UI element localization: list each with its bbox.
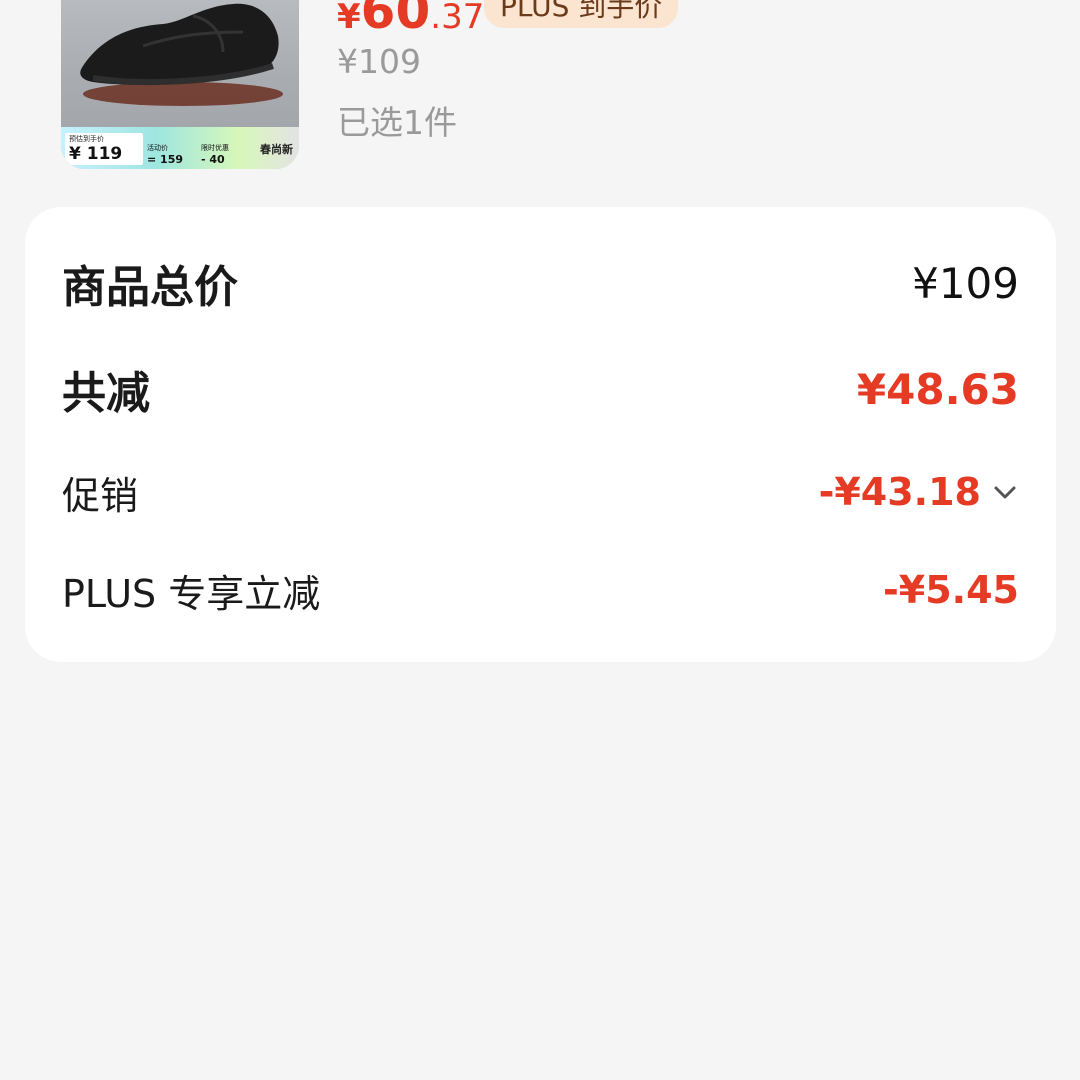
promotion-value: -¥43.18 [818,470,981,514]
selected-count: 已选1件 [337,103,457,142]
limited-discount: 限时优惠 - 40 [201,144,229,166]
promotion-value-group[interactable]: -¥43.18 [819,470,1019,514]
estimated-price-box: 预估到手价 ¥ 119 [65,133,143,165]
total-price-label: 商品总价 [62,262,238,313]
total-discount-value: ¥48.63 [856,364,1019,414]
total-discount-label: 共减 [62,368,150,419]
promo-banner: 预估到手价 ¥ 119 活动价 = 159 限时优惠 - 40 春尚新 [61,127,299,169]
price-integer: 60 [360,0,431,40]
plus-discount-row: PLUS 专享立减 -¥5.45 [62,560,1019,620]
activity-price: 活动价 = 159 [147,144,184,166]
order-summary-page: 预估到手价 ¥ 119 活动价 = 159 限时优惠 - 40 春尚新 ¥60.37… [0,0,1080,1080]
plus-discount-label: PLUS 专享立减 [62,571,321,616]
promotion-label: 促销 [62,473,139,518]
estimated-price-value: ¥ 119 [69,144,123,164]
original-price: ¥109 [337,42,421,81]
chevron-down-icon[interactable] [991,478,1019,506]
plus-discount-value: -¥5.45 [883,568,1019,612]
currency-symbol: ¥ [337,0,361,37]
plus-price: ¥60.37 [337,0,484,40]
brand-tag: 春尚新 [260,143,293,156]
sneaker-icon [80,3,283,106]
product-thumbnail[interactable]: 预估到手价 ¥ 119 活动价 = 159 限时优惠 - 40 春尚新 [61,0,299,169]
total-price-row: 商品总价 ¥109 [62,253,1019,314]
total-price-value: ¥109 [912,258,1019,308]
price-decimal: .37 [430,0,485,37]
product-section: 预估到手价 ¥ 119 活动价 = 159 限时优惠 - 40 春尚新 ¥60.37… [0,0,1080,190]
total-discount-row: 共减 ¥48.63 [62,359,1019,420]
price-summary-card: 商品总价 ¥109 共减 ¥48.63 促销 -¥43.18 PLUS 专享立减… [25,207,1056,662]
estimated-price-label: 预估到手价 [69,135,104,143]
plus-price-badge: PLUS 到手价 [484,0,679,28]
promotion-row[interactable]: 促销 -¥43.18 [62,462,1019,522]
